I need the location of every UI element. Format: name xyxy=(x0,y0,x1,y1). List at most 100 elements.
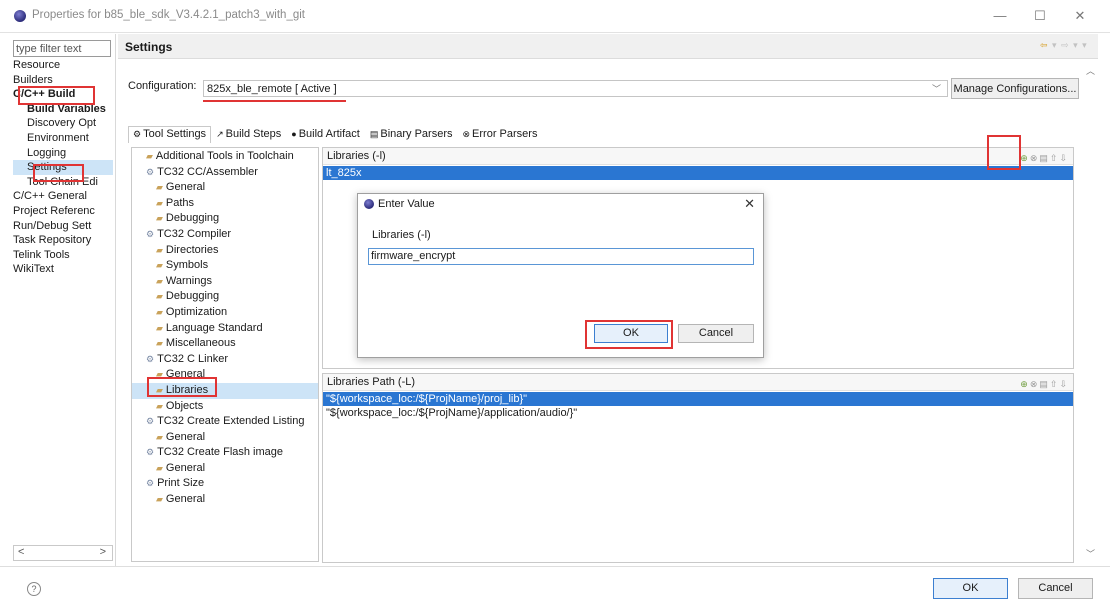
tool-icon: ⚙ xyxy=(146,228,155,239)
dialog-title: Enter Value xyxy=(378,198,435,210)
scroll-up-icon[interactable]: ︿ xyxy=(1086,64,1095,77)
nav-item[interactable]: C/C++ Build xyxy=(13,87,113,102)
tree-node[interactable]: ▰ Optimization xyxy=(132,305,318,321)
tree-node-label: Print Size xyxy=(157,477,205,490)
library-paths-panel: Libraries Path (-L) ⊕⊗▤⇧⇩ "${workspace_l… xyxy=(322,373,1074,563)
forward-arrow-icon[interactable]: ⇨ xyxy=(1061,40,1070,50)
nav-item[interactable]: Environment xyxy=(13,131,113,146)
cancel-button[interactable]: Cancel xyxy=(1018,578,1093,599)
tree-node[interactable]: ▰ General xyxy=(132,430,318,446)
close-window-button[interactable]: ✕ xyxy=(1060,4,1100,28)
minimize-button[interactable]: — xyxy=(980,4,1020,28)
tree-node-label: General xyxy=(165,430,206,443)
eclipse-app-icon xyxy=(14,10,26,22)
library-name-input[interactable]: firmware_encrypt xyxy=(368,248,754,265)
edit-icon[interactable]: ▤ xyxy=(1039,153,1050,163)
tree-node[interactable]: ▰ Libraries xyxy=(132,382,318,399)
nav-item[interactable]: Resource xyxy=(13,58,113,73)
move-down-icon[interactable]: ⇩ xyxy=(1059,153,1069,163)
tree-node-label: Symbols xyxy=(165,259,209,272)
nav-item[interactable]: Settings xyxy=(13,160,113,175)
tree-node[interactable]: ▰ General xyxy=(132,180,318,196)
tree-node[interactable]: ▰ Directories xyxy=(132,243,318,259)
window-title: Properties for b85_ble_sdk_V3.4.2.1_patc… xyxy=(32,9,305,21)
vertical-scrollbar[interactable]: ︿ ﹀ xyxy=(1082,62,1098,562)
manage-configurations-button[interactable]: Manage Configurations... xyxy=(951,78,1079,99)
edit-icon[interactable]: ▤ xyxy=(1039,379,1050,389)
nav-item[interactable]: WikiText xyxy=(13,262,113,277)
add-icon[interactable]: ⊕ xyxy=(1020,379,1030,389)
maximize-button[interactable]: ☐ xyxy=(1020,4,1060,28)
tree-node[interactable]: ⚙ TC32 C Linker xyxy=(132,352,318,368)
tab[interactable]: ⚙ Tool Settings xyxy=(128,126,212,143)
nav-item[interactable]: Builders xyxy=(13,73,113,88)
tab[interactable]: ● Build Artifact xyxy=(286,126,365,144)
tree-node[interactable]: ⚙ TC32 Create Flash image xyxy=(132,445,318,461)
libraries-title: Libraries (-l) xyxy=(327,150,386,162)
move-down-icon[interactable]: ⇩ xyxy=(1059,379,1069,389)
tree-node[interactable]: ▰ General xyxy=(132,492,318,508)
option-icon: ▰ xyxy=(156,322,163,333)
tab-label: Build Steps xyxy=(225,128,282,140)
nav-item[interactable]: Discovery Opt xyxy=(13,116,113,131)
tree-node[interactable]: ▰ Objects xyxy=(132,399,318,415)
configuration-value: 825x_ble_remote [ Active ] xyxy=(207,83,337,95)
library-paths-title: Libraries Path (-L) xyxy=(327,376,416,388)
nav-item[interactable]: Run/Debug Sett xyxy=(13,219,113,234)
dialog-ok-button[interactable]: OK xyxy=(594,324,668,343)
library-path-item[interactable]: "${workspace_loc:/${ProjName}/proj_lib}" xyxy=(323,392,1073,406)
tab[interactable]: ▤ Binary Parsers xyxy=(365,126,458,144)
configuration-select[interactable]: 825x_ble_remote [ Active ] ﹀ xyxy=(203,80,948,97)
option-icon: ▰ xyxy=(156,431,163,442)
nav-item[interactable]: Task Repository xyxy=(13,233,113,248)
nav-item[interactable]: Logging xyxy=(13,146,113,161)
tree-node[interactable]: ▰ Miscellaneous xyxy=(132,336,318,352)
scroll-right-icon[interactable]: > xyxy=(100,546,106,558)
scroll-down-icon[interactable]: ﹀ xyxy=(1086,547,1095,560)
help-icon[interactable]: ? xyxy=(27,582,41,596)
tree-node[interactable]: ⚙ TC32 Compiler xyxy=(132,227,318,243)
scroll-left-icon[interactable]: < xyxy=(18,546,24,558)
nav-item[interactable]: Build Variables xyxy=(13,102,113,117)
tree-node-label: Language Standard xyxy=(165,321,263,334)
tree-node[interactable]: ▰ Debugging xyxy=(132,289,318,305)
tree-node[interactable]: ⚙ TC32 CC/Assembler xyxy=(132,165,318,181)
option-icon: ▰ xyxy=(156,213,163,224)
tree-node[interactable]: ▰ Additional Tools in Toolchain xyxy=(132,149,318,165)
sash-divider[interactable] xyxy=(115,34,116,566)
nav-horizontal-scrollbar[interactable]: < > xyxy=(13,545,113,561)
tree-node[interactable]: ▰ Symbols xyxy=(132,258,318,274)
option-icon: ▰ xyxy=(146,151,153,161)
ok-button[interactable]: OK xyxy=(933,578,1008,599)
paths-toolbar: ⊕⊗▤⇧⇩ xyxy=(1020,376,1069,393)
nav-item[interactable]: Project Referenc xyxy=(13,204,113,219)
library-path-item[interactable]: "${workspace_loc:/${ProjName}/applicatio… xyxy=(323,406,1073,420)
tree-node[interactable]: ▰ Language Standard xyxy=(132,321,318,337)
title-bar: Properties for b85_ble_sdk_V3.4.2.1_patc… xyxy=(0,0,1110,33)
add-icon[interactable]: ⊕ xyxy=(1020,153,1030,163)
tree-node[interactable]: ▰ Debugging xyxy=(132,211,318,227)
filter-input[interactable]: type filter text xyxy=(13,40,111,57)
history-nav-arrows[interactable]: ⇦ ▾ ⇨ ▾ ▾ xyxy=(1040,40,1088,51)
tree-node[interactable]: ▰ Paths xyxy=(132,196,318,212)
tree-node[interactable]: ⚙ TC32 Create Extended Listing xyxy=(132,414,318,430)
tab-label: Tool Settings xyxy=(143,128,207,140)
nav-item[interactable]: C/C++ General xyxy=(13,189,113,204)
tab[interactable]: ↗ Build Steps xyxy=(211,126,286,144)
nav-item[interactable]: Telink Tools xyxy=(13,248,113,263)
tree-node-label: Warnings xyxy=(165,274,212,287)
library-list-item[interactable]: lt_825x xyxy=(323,166,1073,180)
delete-icon[interactable]: ⊗ xyxy=(1030,153,1040,163)
property-page-list: Resource Builders C/C++ Build Build Variabl… xyxy=(13,58,113,277)
nav-item[interactable]: Tool Chain Edi xyxy=(13,175,113,190)
dialog-close-icon[interactable]: ✕ xyxy=(744,196,755,212)
tree-node[interactable]: ▰ Warnings xyxy=(132,274,318,290)
tree-node[interactable]: ▰ General xyxy=(132,461,318,477)
tree-node[interactable]: ⚙ Print Size xyxy=(132,476,318,492)
tree-node[interactable]: ▰ General xyxy=(132,367,318,383)
back-arrow-icon[interactable]: ⇦ xyxy=(1040,40,1049,50)
tool-icon: ⚙ xyxy=(146,447,155,458)
dialog-cancel-button[interactable]: Cancel xyxy=(678,324,754,343)
tab[interactable]: ⊗ Error Parsers xyxy=(458,126,543,144)
delete-icon[interactable]: ⊗ xyxy=(1030,379,1040,389)
